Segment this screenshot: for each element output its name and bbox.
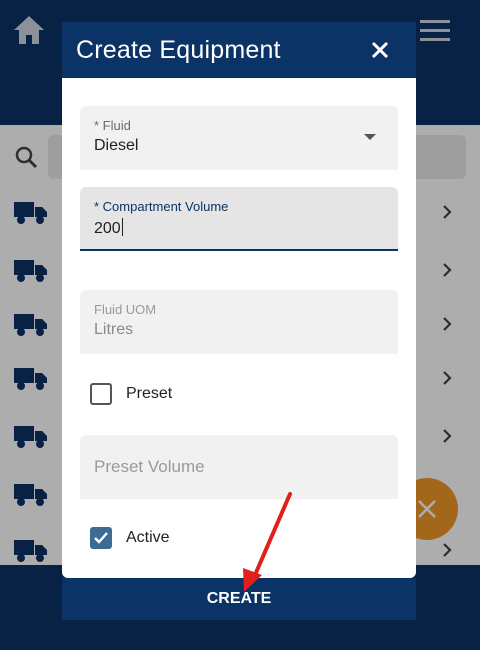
annotation-arrow <box>243 492 292 592</box>
